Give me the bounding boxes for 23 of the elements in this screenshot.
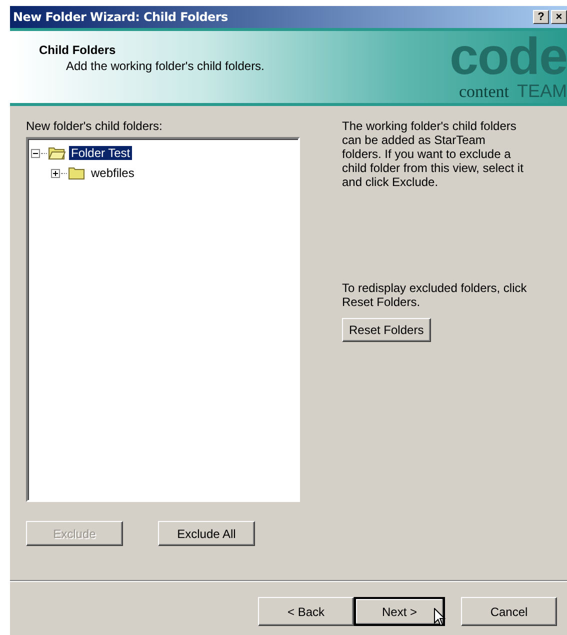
wizard-button[interactable]: < Back xyxy=(258,597,354,626)
tree-item[interactable]: Folder Test xyxy=(69,146,132,160)
page-subtitle: Add the working folder's child folders. xyxy=(66,59,264,73)
wizard-button[interactable]: Next > xyxy=(354,597,445,626)
logo-text: content xyxy=(458,82,509,102)
expand-icon[interactable] xyxy=(51,168,60,178)
close-button[interactable]: × xyxy=(551,10,567,24)
help-text: To redisplay excluded folders, click Reset Folders. xyxy=(342,281,528,309)
logo-text: code xyxy=(450,33,567,81)
page-title: Child Folders xyxy=(39,43,117,57)
logo-text: TEAM xyxy=(516,81,567,102)
folder-icon xyxy=(68,166,86,180)
window-title: New Folder Wizard: Child Folders xyxy=(13,10,228,24)
open-folder-icon xyxy=(48,146,66,160)
wizard-button[interactable]: Cancel xyxy=(461,597,557,626)
collapse-icon[interactable] xyxy=(31,148,40,158)
help-text: The working folder's child folders can be added as StarTeam folders. If you want to exclude a child folder from this view, select it and click Exclude. xyxy=(342,119,524,189)
tree-item[interactable]: webfiles xyxy=(89,166,136,180)
wizard-button[interactable]: Reset Folders xyxy=(342,318,431,342)
help-button[interactable]: ? xyxy=(533,10,549,24)
wizard-button[interactable]: Exclude All xyxy=(158,521,255,546)
mouse-pointer-icon xyxy=(434,608,446,627)
tree-label: New folder's child folders: xyxy=(26,119,164,133)
